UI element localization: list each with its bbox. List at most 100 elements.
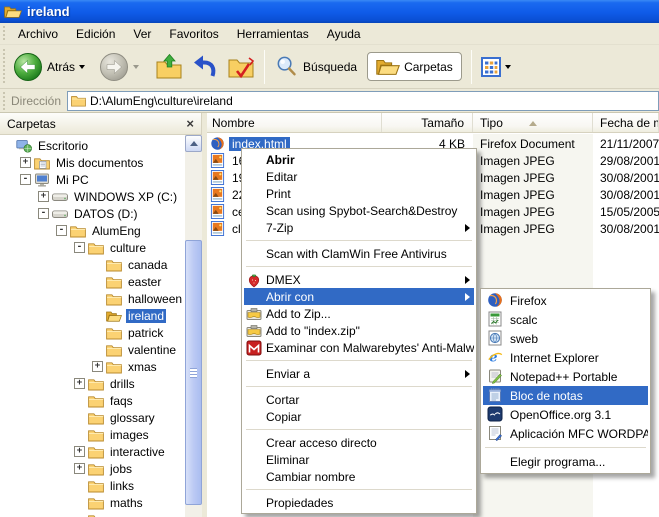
menu-item-internet-explorer[interactable]: eInternet Explorer xyxy=(483,348,648,367)
folder-icon xyxy=(88,428,104,442)
scroll-up-button[interactable] xyxy=(185,135,202,152)
back-dropdown-icon[interactable] xyxy=(79,65,85,72)
tree-item-mis-documentos[interactable]: +Mis documentos xyxy=(0,154,185,171)
collapse-toggle-icon[interactable]: - xyxy=(74,242,85,253)
menu-item-label: Examinar con Malwarebytes' Anti-Malware xyxy=(266,341,474,355)
menu-item-sweb[interactable]: sweb xyxy=(483,329,648,348)
menubar-item-ver[interactable]: Ver xyxy=(124,23,160,44)
tree-item-escritorio[interactable]: Escritorio xyxy=(0,137,185,154)
menu-item-firefox[interactable]: Firefox xyxy=(483,291,648,310)
tree-item-windows-xp-c[interactable]: +WINDOWS XP (C:) xyxy=(0,188,185,205)
tree-item-maths[interactable]: maths xyxy=(0,494,185,511)
expand-toggle-icon[interactable]: + xyxy=(74,378,85,389)
menu-item-scan-using-spybot-search-destroy[interactable]: Scan using Spybot-Search&Destroy xyxy=(244,202,474,219)
menu-bar: ArchivoEdiciónVerFavoritosHerramientasAy… xyxy=(0,23,659,45)
menubar-item-herramientas[interactable]: Herramientas xyxy=(228,23,318,44)
menu-item-cambiar-nombre[interactable]: Cambiar nombre xyxy=(244,468,474,485)
forward-button[interactable] xyxy=(95,50,143,84)
address-input[interactable]: D:\AlumEng\culture\ireland xyxy=(67,91,659,111)
expand-toggle-icon[interactable]: + xyxy=(92,361,103,372)
column-header-nombre[interactable]: Nombre xyxy=(207,113,382,132)
menu-item-abrir[interactable]: Abrir xyxy=(244,151,474,168)
tree-item-interactive[interactable]: +interactive xyxy=(0,443,185,460)
tree-item-alumeng[interactable]: -AlumEng xyxy=(0,222,185,239)
tree-item-valentine[interactable]: valentine xyxy=(0,341,185,358)
menu-item-aplicaci-n-mfc-wordpad[interactable]: Aplicación MFC WORDPAD xyxy=(483,424,648,443)
back-button[interactable]: Atrás xyxy=(9,50,89,84)
menu-item-bloc-de-notas[interactable]: Bloc de notas xyxy=(483,386,648,405)
views-dropdown-icon[interactable] xyxy=(505,65,511,72)
tree-item-faqs[interactable]: faqs xyxy=(0,392,185,409)
expand-toggle-icon[interactable]: + xyxy=(20,157,31,168)
menu-item-enviar-a[interactable]: Enviar a xyxy=(244,365,474,382)
menu-item-print[interactable]: Print xyxy=(244,185,474,202)
menu-item-elegir-programa[interactable]: Elegir programa... xyxy=(483,452,648,471)
menu-item-add-to-index-zip[interactable]: Add to "index.zip" xyxy=(244,322,474,339)
tree-scrollbar[interactable] xyxy=(185,135,202,517)
tree-item-patrick[interactable]: patrick xyxy=(0,324,185,341)
tree-item-links[interactable]: links xyxy=(0,477,185,494)
column-header-tama-o[interactable]: Tamaño xyxy=(382,113,473,132)
check-folder-button[interactable] xyxy=(223,51,259,83)
up-folder-button[interactable] xyxy=(151,51,187,83)
ooo-icon xyxy=(487,406,503,422)
tree-item-culture[interactable]: -culture xyxy=(0,239,185,256)
menu-item-abrir-con[interactable]: Abrir con xyxy=(244,288,474,305)
menu-item-editar[interactable]: Editar xyxy=(244,168,474,185)
tree-item-drills[interactable]: +drills xyxy=(0,375,185,392)
collapse-toggle-icon[interactable]: - xyxy=(38,208,49,219)
scrollbar-thumb[interactable] xyxy=(185,240,202,505)
menu-item-cortar[interactable]: Cortar xyxy=(244,391,474,408)
menubar-item-archivo[interactable]: Archivo xyxy=(9,23,67,44)
close-icon[interactable] xyxy=(186,117,194,130)
title-bar[interactable]: ireland xyxy=(0,0,659,23)
menubar-grip[interactable] xyxy=(2,26,7,41)
menu-item-dmex[interactable]: DMEX xyxy=(244,271,474,288)
tree-item-glossary[interactable]: glossary xyxy=(0,409,185,426)
tree-item-canada[interactable]: canada xyxy=(0,256,185,273)
tree-item-ireland[interactable]: ireland xyxy=(0,307,185,324)
expand-toggle-icon[interactable]: + xyxy=(74,446,85,457)
column-header-fecha-de-m[interactable]: Fecha de m xyxy=(593,113,659,132)
menu-item-label: scalc xyxy=(510,313,537,327)
menu-item-scan-with-clamwin-free-antivirus[interactable]: Scan with ClamWin Free Antivirus xyxy=(244,245,474,262)
menu-item-add-to-zip[interactable]: Add to Zip... xyxy=(244,305,474,322)
tree-item-xmas[interactable]: +xmas xyxy=(0,358,185,375)
tree-item-easter[interactable]: easter xyxy=(0,273,185,290)
menu-item-notepad-portable[interactable]: Notepad++ Portable xyxy=(483,367,648,386)
toolbar-grip[interactable] xyxy=(2,49,7,85)
collapse-toggle-icon[interactable]: - xyxy=(20,174,31,185)
tree-item-folder[interactable] xyxy=(0,511,185,517)
tree-item-halloween[interactable]: halloween xyxy=(0,290,185,307)
views-button[interactable] xyxy=(477,55,515,79)
expand-toggle-icon[interactable]: + xyxy=(38,191,49,202)
tree-item-datos-d[interactable]: -DATOS (D:) xyxy=(0,205,185,222)
tree-item-label: Escritorio xyxy=(36,139,90,153)
menu-item-label: Aplicación MFC WORDPAD xyxy=(510,427,648,441)
menu-item-copiar[interactable]: Copiar xyxy=(244,408,474,425)
expand-toggle-icon[interactable]: + xyxy=(74,463,85,474)
menu-item-openoffice-org-3-1[interactable]: OpenOffice.org 3.1 xyxy=(483,405,648,424)
menubar-item-ayuda[interactable]: Ayuda xyxy=(318,23,370,44)
tree-item-jobs[interactable]: +jobs xyxy=(0,460,185,477)
drive-icon xyxy=(52,190,68,204)
menu-item-examinar-con-malwarebytes-anti-malware[interactable]: Examinar con Malwarebytes' Anti-Malware xyxy=(244,339,474,356)
column-header-tipo[interactable]: Tipo xyxy=(473,113,593,132)
menu-item-scalc[interactable]: scalc xyxy=(483,310,648,329)
collapse-toggle-icon[interactable]: - xyxy=(56,225,67,236)
menu-item-crear-acceso-directo[interactable]: Crear acceso directo xyxy=(244,434,474,451)
addressbar-grip[interactable] xyxy=(2,92,7,110)
tree-item-images[interactable]: images xyxy=(0,426,185,443)
menu-item-eliminar[interactable]: Eliminar xyxy=(244,451,474,468)
folder-icon xyxy=(88,411,104,425)
file-type: Imagen JPEG xyxy=(473,188,593,202)
folders-button[interactable]: Carpetas xyxy=(367,52,462,81)
undo-button[interactable] xyxy=(187,51,223,83)
menubar-item-edici-n[interactable]: Edición xyxy=(67,23,124,44)
menu-item-propiedades[interactable]: Propiedades xyxy=(244,494,474,511)
menu-item-7-zip[interactable]: 7-Zip xyxy=(244,219,474,236)
tree-item-mi-pc[interactable]: -Mi PC xyxy=(0,171,185,188)
menubar-item-favoritos[interactable]: Favoritos xyxy=(160,23,227,44)
toolbar-separator xyxy=(264,50,265,84)
search-button[interactable]: Búsqueda xyxy=(270,52,361,81)
